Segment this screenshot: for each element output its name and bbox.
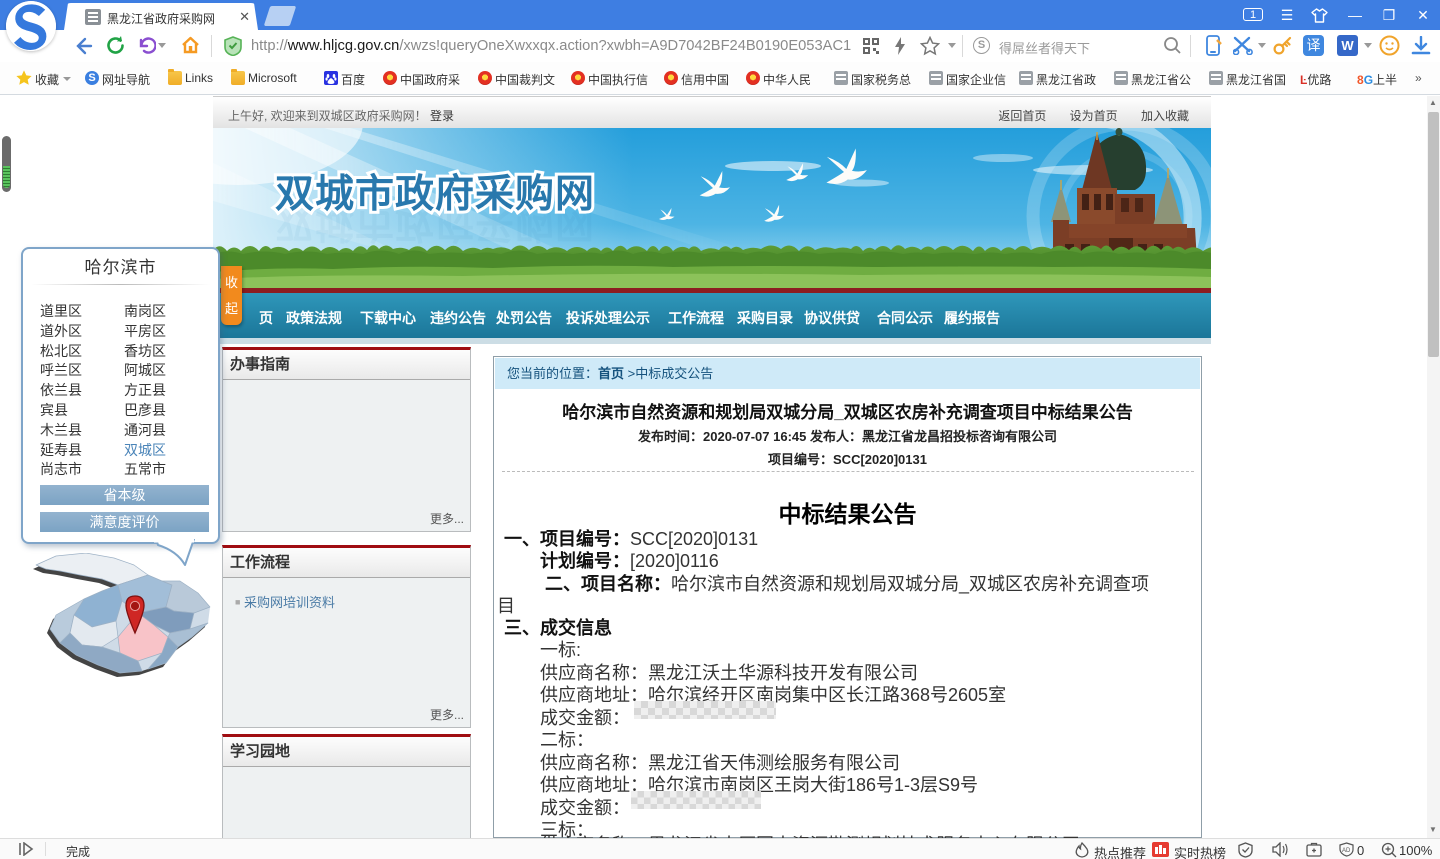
svg-text:AD: AD bbox=[1342, 848, 1351, 854]
svg-text:双城市政府采购网: 双城市政府采购网 bbox=[275, 172, 595, 216]
